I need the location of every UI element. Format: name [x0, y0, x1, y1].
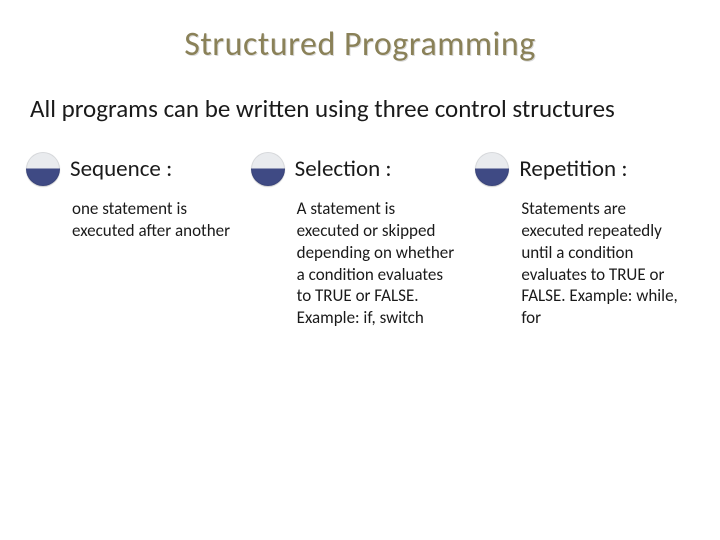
column-body: one statement is executed after another [30, 198, 243, 242]
slide: Structured Programming All programs can … [0, 0, 720, 329]
column-title: Repetition : [519, 155, 627, 183]
column-header: Repetition : [479, 152, 692, 186]
column-body: A statement is executed or skipped depen… [255, 198, 468, 329]
columns: Sequence : one statement is executed aft… [28, 152, 692, 329]
slide-title: Structured Programming [28, 24, 692, 65]
column-header: Selection : [255, 152, 468, 186]
bullet-icon [251, 152, 285, 186]
column-title: Sequence : [70, 155, 172, 183]
column-selection: Selection : A statement is executed or s… [255, 152, 468, 329]
bullet-icon [26, 152, 60, 186]
column-header: Sequence : [30, 152, 243, 186]
column-body: Statements are executed repeatedly until… [479, 198, 692, 329]
intro-text: All programs can be written using three … [30, 93, 692, 124]
bullet-icon [475, 152, 509, 186]
column-sequence: Sequence : one statement is executed aft… [30, 152, 243, 329]
column-title: Selection : [295, 155, 392, 183]
column-repetition: Repetition : Statements are executed rep… [479, 152, 692, 329]
